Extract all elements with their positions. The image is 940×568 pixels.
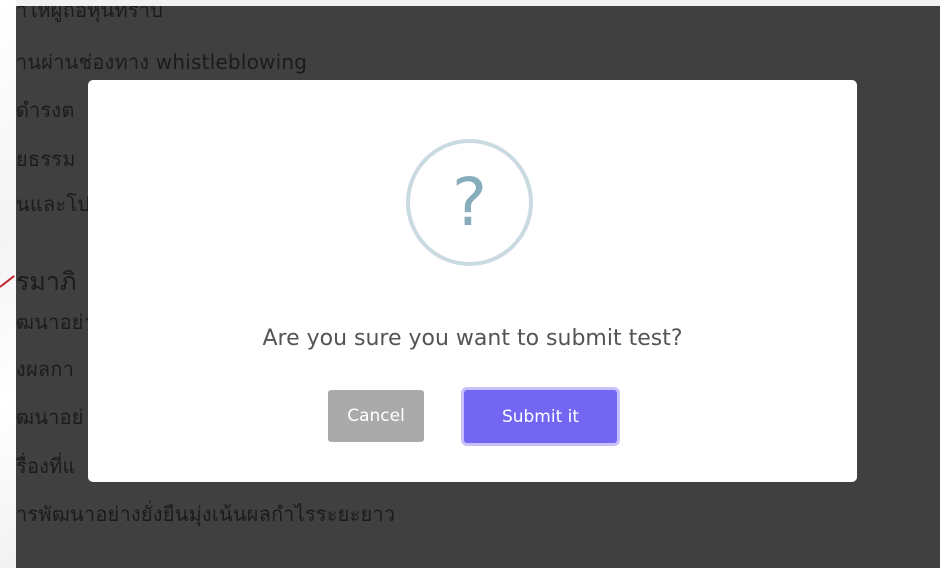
background-text-line: งผลกา bbox=[16, 357, 75, 381]
background-text-line: านผ่านช่องทาง whistleblowing bbox=[16, 50, 308, 74]
background-text-line: ฒนาอย่า bbox=[16, 310, 96, 334]
background-text-line: รื่องที่แ bbox=[16, 454, 76, 478]
submit-button[interactable]: Submit it bbox=[464, 390, 617, 443]
background-text-line: ดำรงต bbox=[16, 98, 75, 122]
cancel-button[interactable]: Cancel bbox=[328, 390, 424, 442]
dialog-title: Are you sure you want to submit test? bbox=[262, 326, 683, 351]
background-section-heading: รมาภิ bbox=[16, 267, 77, 296]
background-text-line: ารพัฒนาอย่างยั่งยืนมุ่งเน้นผลกำไรระยะยาว bbox=[16, 502, 396, 526]
confirm-dialog: ? Are you sure you want to submit test? … bbox=[88, 80, 857, 482]
background-text-line: ฒนาอย่ bbox=[16, 405, 84, 429]
background-header-edge bbox=[16, 0, 940, 6]
background-text-line: ยธรรม bbox=[16, 147, 76, 171]
background-text-line: นและโป bbox=[16, 192, 91, 216]
question-glyph: ? bbox=[451, 163, 488, 241]
question-icon: ? bbox=[406, 139, 533, 266]
